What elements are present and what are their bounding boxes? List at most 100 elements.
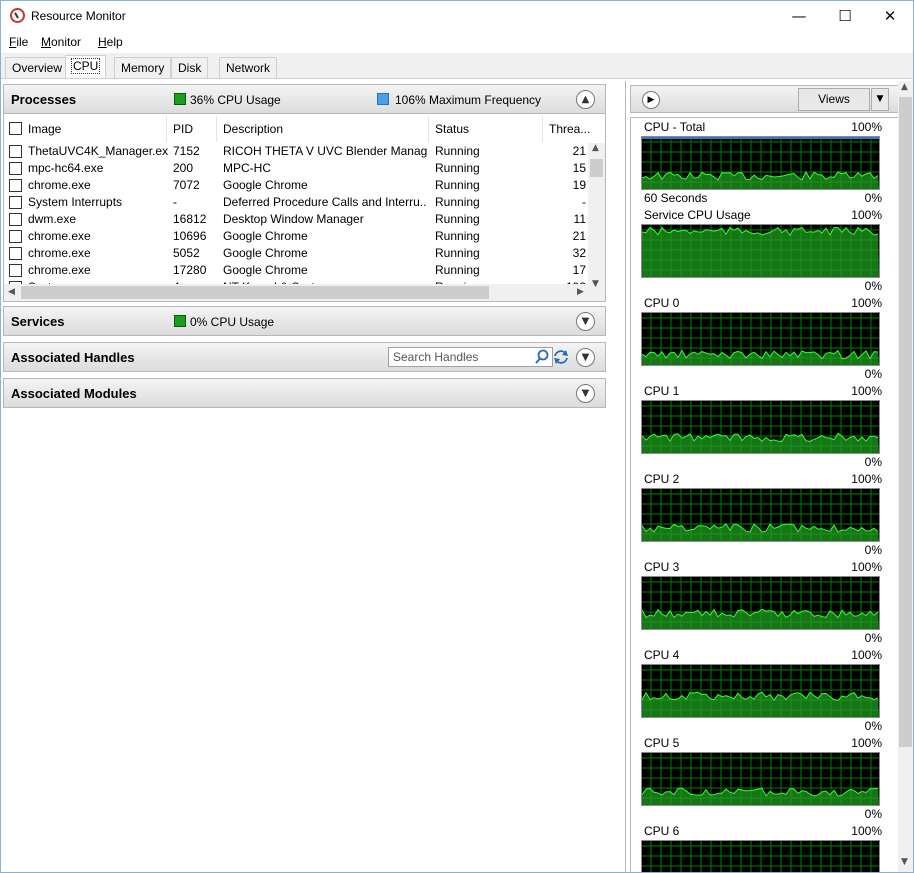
search-handles-input[interactable]: Search Handles [388,347,553,367]
processes-horizontal-scrollbar[interactable]: ◀ ▶ [4,284,590,301]
scroll-left-icon[interactable]: ◀ [8,287,15,297]
scroll-thumb[interactable] [590,159,603,177]
tab-strip: Overview CPU Memory Disk Network [1,53,913,79]
tab-memory[interactable]: Memory [114,57,172,78]
column-threads[interactable]: Threa... [549,122,590,136]
graph-title: CPU 1 [644,384,680,398]
processes-header[interactable]: Processes 36% CPU Usage 106% Maximum Fre… [3,84,606,114]
services-header[interactable]: Services 0% CPU Usage ▼ [3,306,606,336]
cell-description: Deferred Procedure Calls and Interru... [223,195,427,209]
row-checkbox[interactable] [9,145,22,158]
scroll-down-icon[interactable]: ▼ [901,857,908,867]
row-checkbox[interactable] [9,196,22,209]
table-row[interactable]: ThetaUVC4K_Manager.exe 7152 RICOH THETA V … [4,143,590,160]
cell-image: ThetaUVC4K_Manager.exe [28,144,168,158]
table-row[interactable]: chrome.exe 17280 Google Chrome Running 17 [4,262,590,279]
menu-help[interactable]: Help [98,35,123,49]
column-description[interactable]: Description [223,122,283,136]
row-checkbox[interactable] [9,162,22,175]
views-button[interactable]: Views [798,88,870,111]
column-divider[interactable] [542,116,543,142]
collapse-right-icon[interactable]: ▶ [642,91,660,109]
cell-description: Google Chrome [223,246,308,260]
cell-pid: - [173,195,177,209]
graph-title: CPU 5 [644,736,680,750]
cell-threads: 17 [572,263,586,277]
associated-handles-header[interactable]: Associated Handles Search Handles ▼ [3,342,606,372]
tab-overview[interactable]: Overview [5,57,70,78]
associated-modules-header[interactable]: Associated Modules ▼ [3,378,606,408]
scroll-down-icon[interactable]: ▼ [592,279,599,289]
select-all-checkbox[interactable] [9,122,22,135]
scroll-up-icon[interactable]: ▲ [901,82,908,92]
scroll-right-icon[interactable]: ▶ [577,287,584,297]
cell-threads: 21 [572,229,586,243]
scroll-thumb[interactable] [899,97,912,747]
cell-description: Google Chrome [223,229,308,243]
close-button[interactable]: ✕ [867,1,913,31]
cpu-graph [641,576,880,630]
table-row[interactable]: System Interrupts - Deferred Procedure Cal… [4,194,590,211]
column-divider[interactable] [216,116,217,142]
chevron-down-icon[interactable]: ▼ [576,384,595,403]
tab-disk[interactable]: Disk [171,57,209,78]
row-checkbox[interactable] [9,264,22,277]
views-dropdown-icon[interactable]: ▼ [871,88,889,111]
cell-pid: 200 [173,161,194,175]
table-row[interactable]: dwm.exe 16812 Desktop Window Manager Runnin… [4,211,590,228]
scroll-up-icon[interactable]: ▲ [592,143,599,153]
graphs-scrollbar[interactable]: ▲ ▼ [898,81,913,872]
cell-pid: 5052 [173,246,200,260]
title-bar: Resource Monitor — ☐ ✕ [1,1,913,31]
menu-monitor[interactable]: Monitor [41,35,81,49]
processes-cpu-usage: 36% CPU Usage [190,93,281,107]
row-checkbox[interactable] [9,230,22,243]
table-row[interactable]: mpc-hc64.exe 200 MPC-HC Running 15 [4,160,590,177]
table-row[interactable]: chrome.exe 7072 Google Chrome Running 19 [4,177,590,194]
column-image[interactable]: Image [28,122,61,136]
row-checkbox[interactable] [9,247,22,260]
cell-status: Running [435,195,480,209]
column-divider[interactable] [428,116,429,142]
chevron-down-icon[interactable]: ▼ [576,348,595,367]
column-status[interactable]: Status [435,122,469,136]
resource-monitor-icon [10,8,25,23]
tab-cpu-label: CPU [70,58,101,74]
search-icon[interactable] [533,348,551,366]
chevron-down-icon[interactable]: ▼ [576,312,595,331]
tab-network[interactable]: Network [219,57,278,78]
cell-pid: 7152 [173,144,200,158]
cpu-graphs-list: CPU - Total 100% 60 Seconds 0% Service CPU U… [630,117,900,872]
column-divider[interactable] [166,116,167,142]
table-row[interactable]: chrome.exe 5052 Google Chrome Running 32 [4,245,590,262]
scroll-thumb[interactable] [21,286,489,299]
processes-max-frequency: 106% Maximum Frequency [395,93,542,107]
cell-threads: 21 [572,144,586,158]
cell-threads: 11 [573,212,586,226]
max-frequency-legend-icon [377,93,389,105]
graph-title: CPU 2 [644,472,680,486]
refresh-icon[interactable] [552,348,570,366]
table-row[interactable]: chrome.exe 10696 Google Chrome Running 21 [4,228,590,245]
cell-pid: 7072 [173,178,200,192]
graph-min-label: 0% [864,719,882,733]
row-checkbox[interactable] [9,213,22,226]
column-pid[interactable]: PID [173,122,193,136]
cell-status: Running [435,229,480,243]
minimize-button[interactable]: — [776,1,822,31]
cell-image: mpc-hc64.exe [28,161,104,175]
menu-bar: File Monitor Help [1,31,913,53]
cell-pid: 16812 [173,212,207,226]
cell-description: Google Chrome [223,178,308,192]
maximize-button[interactable]: ☐ [822,1,868,31]
graph-min-label: 0% [864,543,882,557]
graph-title: CPU 4 [644,648,680,662]
tab-overview-label: Overview [12,61,63,75]
menu-file[interactable]: File [9,35,28,49]
tab-cpu[interactable]: CPU [65,55,107,78]
processes-vertical-scrollbar[interactable]: ▲ ▼ [588,143,605,301]
cell-status: Running [435,178,480,192]
graph-max-label: 100% [851,120,882,134]
row-checkbox[interactable] [9,179,22,192]
chevron-up-icon[interactable]: ▲ [576,90,595,109]
